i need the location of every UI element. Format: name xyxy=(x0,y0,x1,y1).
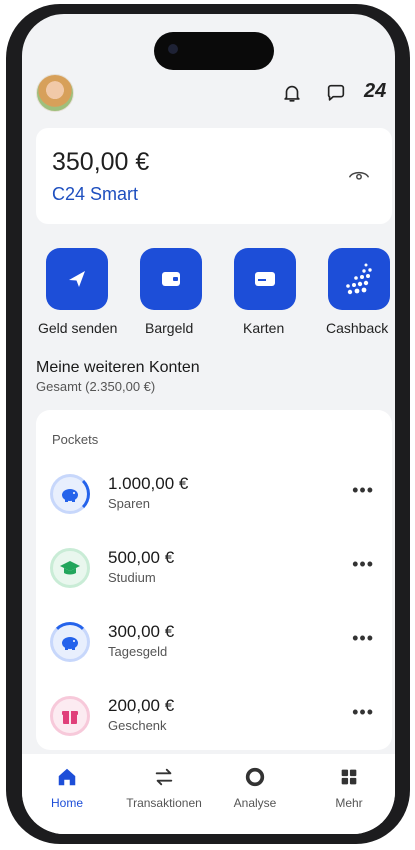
more-options-icon[interactable]: ••• xyxy=(352,628,374,649)
nav-label: Home xyxy=(50,796,83,810)
pocket-item-sparen[interactable]: 1.000,00 € Sparen ••• xyxy=(36,466,392,526)
dynamic-island xyxy=(154,32,274,70)
home-icon xyxy=(58,768,76,786)
pocket-item-tagesgeld[interactable]: 300,00 € Tagesgeld ••• xyxy=(36,614,392,674)
cash-label: Bargeld xyxy=(145,320,194,336)
other-accounts-total: Gesamt (2.350,00 €) xyxy=(36,379,156,394)
dots-icon xyxy=(346,263,372,295)
more-options-icon[interactable]: ••• xyxy=(352,554,374,575)
cards-button[interactable] xyxy=(234,248,296,310)
bottom-nav: Home Transaktionen Analyse Mehr xyxy=(22,754,395,834)
cashback-button[interactable] xyxy=(328,248,390,310)
send-money-button[interactable] xyxy=(46,248,108,310)
piggy-bank-icon xyxy=(50,474,90,514)
balance-card[interactable]: 350,00 € C24 Smart xyxy=(36,128,392,224)
nav-label: Mehr xyxy=(335,796,363,810)
nav-home[interactable]: Home xyxy=(22,766,112,810)
grid-icon xyxy=(341,769,357,785)
eye-icon[interactable] xyxy=(348,166,370,182)
card-icon xyxy=(255,272,275,286)
pocket-name: Geschenk xyxy=(108,718,167,733)
cash-button[interactable] xyxy=(140,248,202,310)
nav-analysis[interactable]: Analyse xyxy=(210,766,300,810)
balance-amount: 350,00 € xyxy=(52,148,150,176)
more-options-icon[interactable]: ••• xyxy=(352,702,374,723)
donut-chart-icon xyxy=(245,767,265,787)
pockets-title: Pockets xyxy=(52,432,99,447)
transfer-arrows-icon xyxy=(155,768,173,786)
gift-icon xyxy=(50,696,90,736)
account-name: C24 Smart xyxy=(52,184,139,204)
pocket-amount: 200,00 € xyxy=(108,696,175,715)
nav-label: Analyse xyxy=(233,796,277,810)
nav-transactions[interactable]: Transaktionen xyxy=(119,766,209,810)
pocket-amount: 300,00 € xyxy=(108,622,175,641)
avatar[interactable] xyxy=(36,74,74,112)
paper-plane-icon xyxy=(69,271,85,287)
nav-label: Transaktionen xyxy=(126,796,202,810)
pocket-item-geschenk[interactable]: 200,00 € Geschenk ••• xyxy=(36,688,392,748)
cashback-label: Cashback xyxy=(326,320,389,336)
brand-badge[interactable]: 24 xyxy=(364,80,386,103)
other-accounts-title[interactable]: Meine weiteren Konten xyxy=(36,359,200,377)
pocket-name: Studium xyxy=(108,570,156,585)
piggy-bank-icon xyxy=(50,622,90,662)
bell-icon[interactable] xyxy=(281,82,303,104)
pocket-name: Tagesgeld xyxy=(108,644,168,659)
graduation-cap-icon xyxy=(50,548,90,588)
pocket-item-studium[interactable]: 500,00 € Studium ••• xyxy=(36,540,392,600)
chat-icon[interactable] xyxy=(325,82,347,104)
pockets-card: Pockets 1.000,00 € Sparen ••• 500,00 € S… xyxy=(36,410,392,750)
pocket-amount: 1.000,00 € xyxy=(108,474,189,493)
nav-more[interactable]: Mehr xyxy=(304,766,394,810)
pocket-amount: 500,00 € xyxy=(108,548,175,567)
send-money-label: Geld senden xyxy=(38,320,118,336)
cards-label: Karten xyxy=(243,320,285,336)
more-options-icon[interactable]: ••• xyxy=(352,480,374,501)
camera-icon xyxy=(168,44,178,54)
wallet-icon xyxy=(162,272,180,286)
pocket-name: Sparen xyxy=(108,496,150,511)
